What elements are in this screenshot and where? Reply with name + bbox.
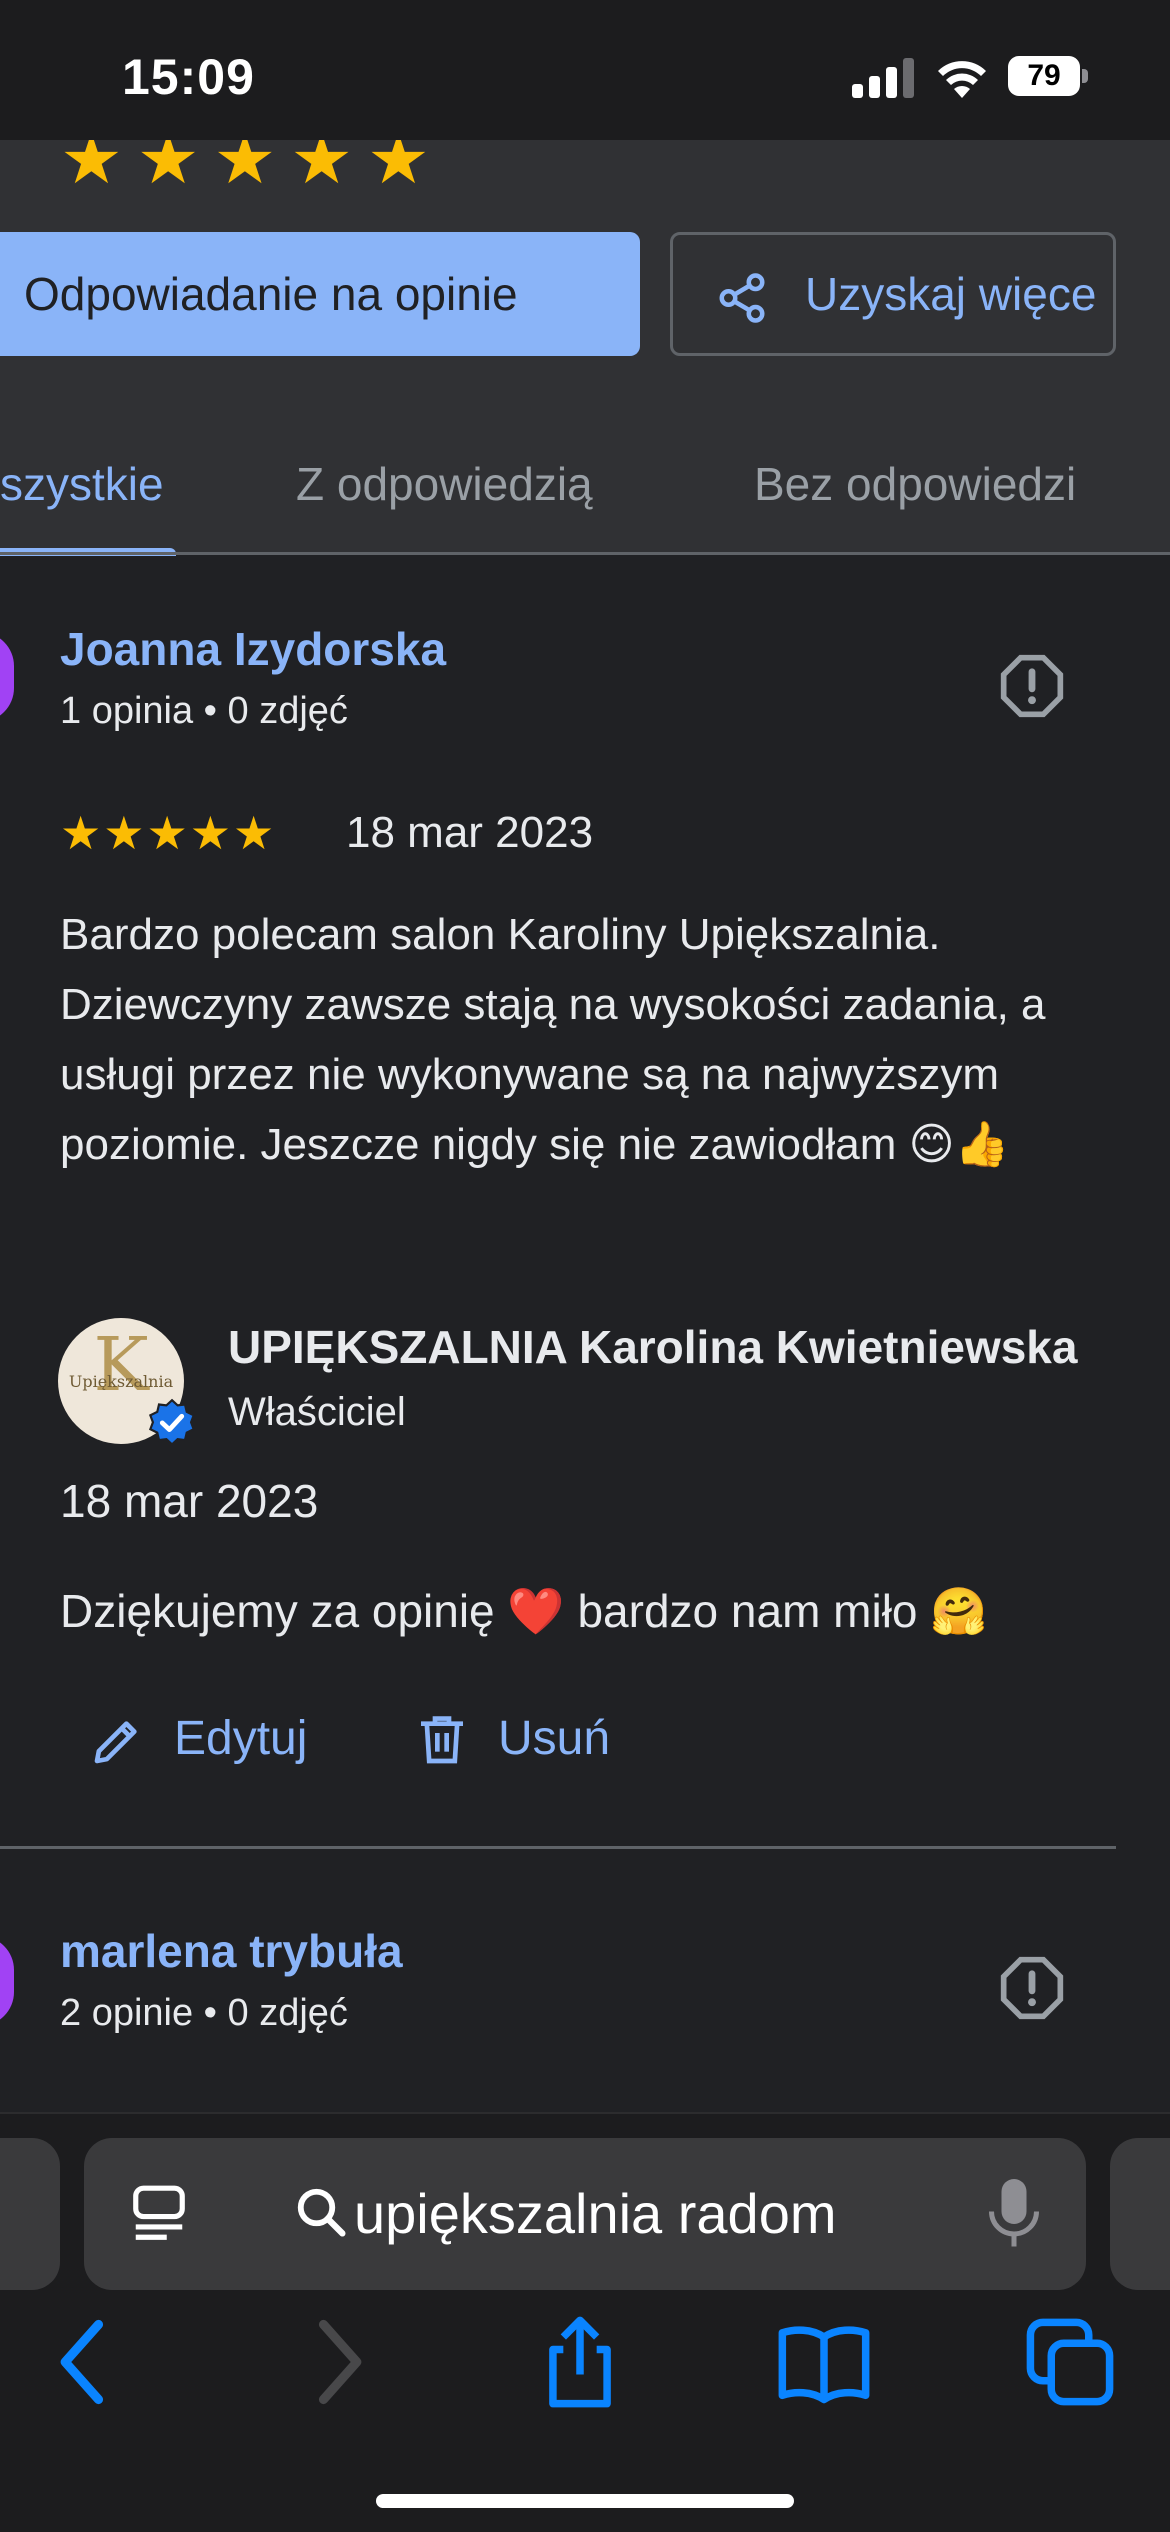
reviewer-name[interactable]: Joanna Izydorska <box>60 622 446 676</box>
microphone-icon[interactable] <box>984 2176 1044 2252</box>
owner-role: Właściciel <box>228 1390 406 1434</box>
wifi-icon <box>938 61 986 98</box>
share-icon <box>719 273 765 323</box>
battery-level: 79 <box>1008 56 1080 96</box>
verified-badge-icon <box>148 1398 196 1446</box>
owner-avatar: K Upiększalnia <box>58 1318 196 1446</box>
review-date: 18 mar 2023 <box>346 808 594 857</box>
address-text[interactable]: upiększalnia radom <box>354 2138 836 2290</box>
reviewer-meta: 2 opinie • 0 zdjęć <box>60 1992 348 2034</box>
reply-date: 18 mar 2023 <box>60 1475 319 1527</box>
reader-icon[interactable] <box>128 2182 190 2246</box>
review-separator <box>0 1846 1116 1849</box>
address-bar[interactable]: upiększalnia radom <box>84 2138 1086 2290</box>
toolbar-divider <box>0 2112 1170 2114</box>
pencil-icon <box>94 1721 137 1764</box>
owner-name: UPIĘKSZALNIA Karolina Kwietniewska <box>228 1321 1078 1373</box>
status-time: 15:09 <box>122 49 255 105</box>
back-icon[interactable] <box>36 2312 136 2412</box>
cellular-signal-icon <box>852 58 914 98</box>
reviewer-name[interactable]: marlena trybuła <box>60 1924 403 1978</box>
bookmarks-icon[interactable] <box>774 2312 874 2412</box>
tab-without-reply[interactable]: Bez odpowiedzi <box>754 414 1076 554</box>
edit-reply-button[interactable]: Edytuj <box>90 1706 330 1772</box>
forward-icon[interactable] <box>286 2312 386 2412</box>
review-stars: ★★★★★ <box>60 807 277 859</box>
search-icon <box>297 2188 346 2237</box>
review-text: Bardzo polecam salon Karoliny Upiększaln… <box>60 910 1046 1169</box>
report-flag-icon[interactable] <box>998 652 1066 720</box>
share-button-label: Uzyskaj więce <box>805 268 1097 320</box>
tabs-icon[interactable] <box>1020 2312 1120 2412</box>
owner-logo-letter: K <box>93 1322 149 1408</box>
reviewer-meta: 1 opinia • 0 zdjęć <box>60 690 348 732</box>
reply-to-reviews-button[interactable]: Odpowiadanie na opinie <box>0 232 640 356</box>
review-filter-tabs: szystkie Z odpowiedzią Bez odpowiedzi <box>0 414 1170 556</box>
edit-label: Edytuj <box>174 1712 308 1765</box>
share-get-more-button[interactable]: Uzyskaj więce <box>670 232 1116 356</box>
reply-text: Dziękujemy za opinię ❤️ bardzo nam miło … <box>60 1585 988 1637</box>
avatar[interactable] <box>0 632 14 722</box>
browser-toolbar: upiększalnia radom <box>0 2112 1170 2532</box>
tab-all[interactable]: szystkie <box>0 414 164 554</box>
next-tab-pill[interactable] <box>1110 2138 1170 2290</box>
tabs-divider <box>0 552 1170 555</box>
tab-with-reply[interactable]: Z odpowiedzią <box>296 414 593 554</box>
overall-rating-stars: ★★★★★ <box>60 140 444 198</box>
delete-label: Usuń <box>498 1712 611 1765</box>
previous-tab-pill[interactable] <box>0 2138 60 2290</box>
share-sheet-icon[interactable] <box>530 2312 630 2412</box>
trash-icon <box>421 1716 463 1764</box>
report-flag-icon[interactable] <box>998 1954 1066 2022</box>
avatar[interactable] <box>0 1936 14 2026</box>
delete-reply-button[interactable]: Usuń <box>414 1706 634 1772</box>
status-bar: 15:09 79 <box>0 0 1170 140</box>
home-indicator <box>376 2494 794 2508</box>
battery-tip <box>1082 69 1088 83</box>
owner-logo-word: Upiększalnia <box>68 1372 174 1391</box>
battery-indicator: 79 <box>1008 56 1088 96</box>
